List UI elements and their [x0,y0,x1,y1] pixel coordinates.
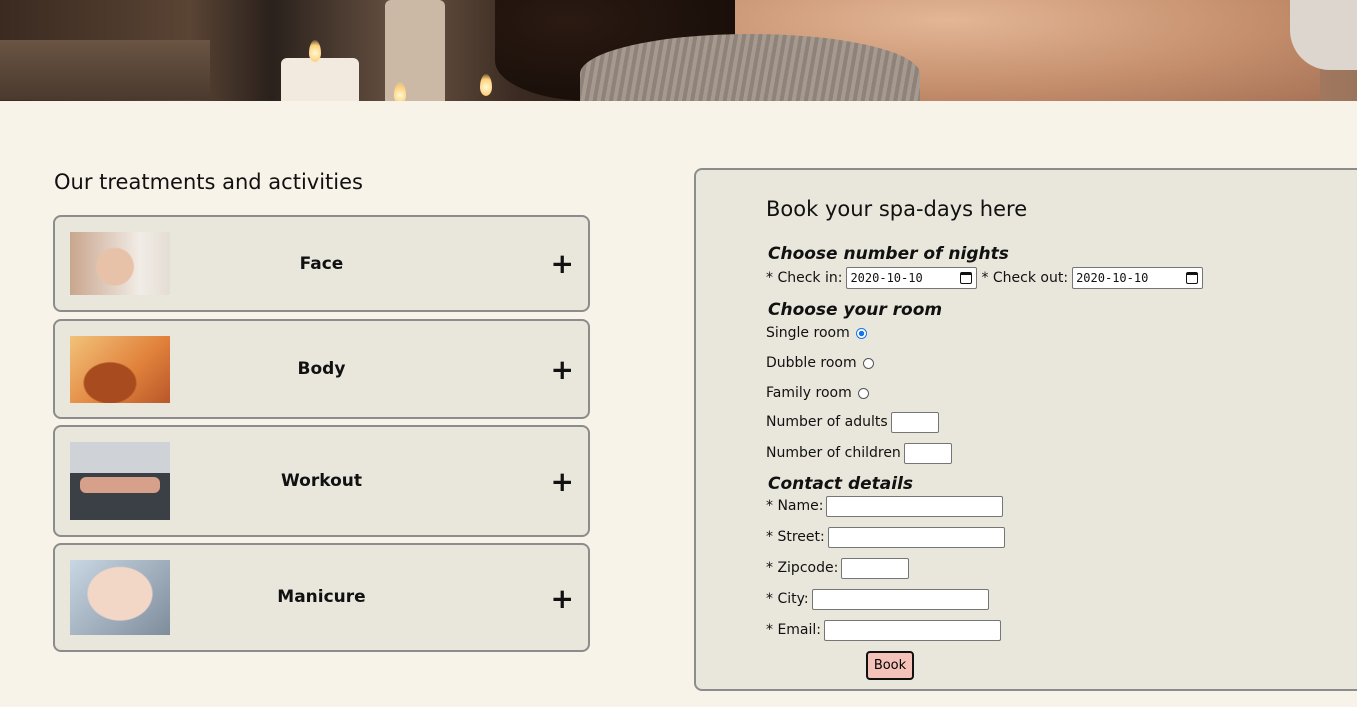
calendar-icon[interactable] [1186,272,1199,284]
room-radio-dubble[interactable] [862,357,874,369]
hero-candle [385,0,445,101]
calendar-icon[interactable] [960,272,973,284]
check-in-label: * Check in: [766,270,843,286]
city-label: * City: [766,591,809,607]
treatment-card-face[interactable]: Face + [53,215,590,312]
workout-photo-icon [70,442,170,520]
expand-plus-icon[interactable]: + [551,585,574,613]
booking-title: Book your spa-days here [766,197,1028,221]
adults-row: Number of adults [766,411,939,433]
street-label: * Street: [766,529,825,545]
city-row: * City: [766,588,989,610]
email-label: * Email: [766,622,822,638]
expand-plus-icon[interactable]: + [551,468,574,496]
adults-input[interactable] [890,411,939,433]
hero-candle-flame [309,40,321,62]
expand-plus-icon[interactable]: + [551,356,574,384]
room-label-single: Single room [766,325,850,341]
room-option-single[interactable]: Single room [766,323,867,343]
hero-candle-flame [394,82,406,101]
check-out-value: 2020-10-10 [1076,271,1149,285]
hero-banner-image [0,0,1357,101]
check-out-date-input[interactable]: 2020-10-10 [1072,267,1204,289]
children-input[interactable] [903,442,952,464]
street-input[interactable] [827,526,1005,548]
name-row: * Name: [766,495,1004,517]
check-in-date-input[interactable]: 2020-10-10 [846,267,978,289]
hero-candle [281,58,359,101]
room-heading: Choose your room [768,300,943,320]
manicure-photo-icon [70,560,170,635]
treatment-card-body[interactable]: Body + [53,319,590,419]
room-label-family: Family room [766,385,852,401]
nights-heading: Choose number of nights [768,244,1009,264]
street-row: * Street: [766,526,1005,548]
email-input[interactable] [824,619,1002,641]
body-photo-icon [70,336,170,403]
treatment-card-workout[interactable]: Workout + [53,425,590,537]
book-button[interactable]: Book [866,651,914,680]
room-option-dubble[interactable]: Dubble room [766,353,874,373]
adults-label: Number of adults [766,414,888,430]
hero-candle-flame [480,74,492,96]
zipcode-label: * Zipcode: [766,560,839,576]
room-label-dubble: Dubble room [766,355,857,371]
zipcode-row: * Zipcode: [766,557,910,579]
dates-row: * Check in: 2020-10-10 * Check out: 2020… [766,266,1204,290]
contact-heading: Contact details [768,474,914,494]
children-label: Number of children [766,445,901,461]
check-out-label: * Check out: [981,270,1069,286]
zipcode-input[interactable] [841,557,910,579]
expand-plus-icon[interactable]: + [551,250,574,278]
treatments-title: Our treatments and activities [54,170,363,194]
children-row: Number of children [766,442,952,464]
face-photo-icon [70,232,170,295]
check-in-value: 2020-10-10 [850,271,923,285]
treatment-card-manicure[interactable]: Manicure + [53,543,590,652]
room-radio-family[interactable] [857,387,869,399]
room-radio-single[interactable] [855,327,867,339]
email-row: * Email: [766,619,1002,641]
city-input[interactable] [811,588,989,610]
name-input[interactable] [826,495,1004,517]
hero-shelf [0,40,210,100]
room-option-family[interactable]: Family room [766,383,869,403]
name-label: * Name: [766,498,824,514]
